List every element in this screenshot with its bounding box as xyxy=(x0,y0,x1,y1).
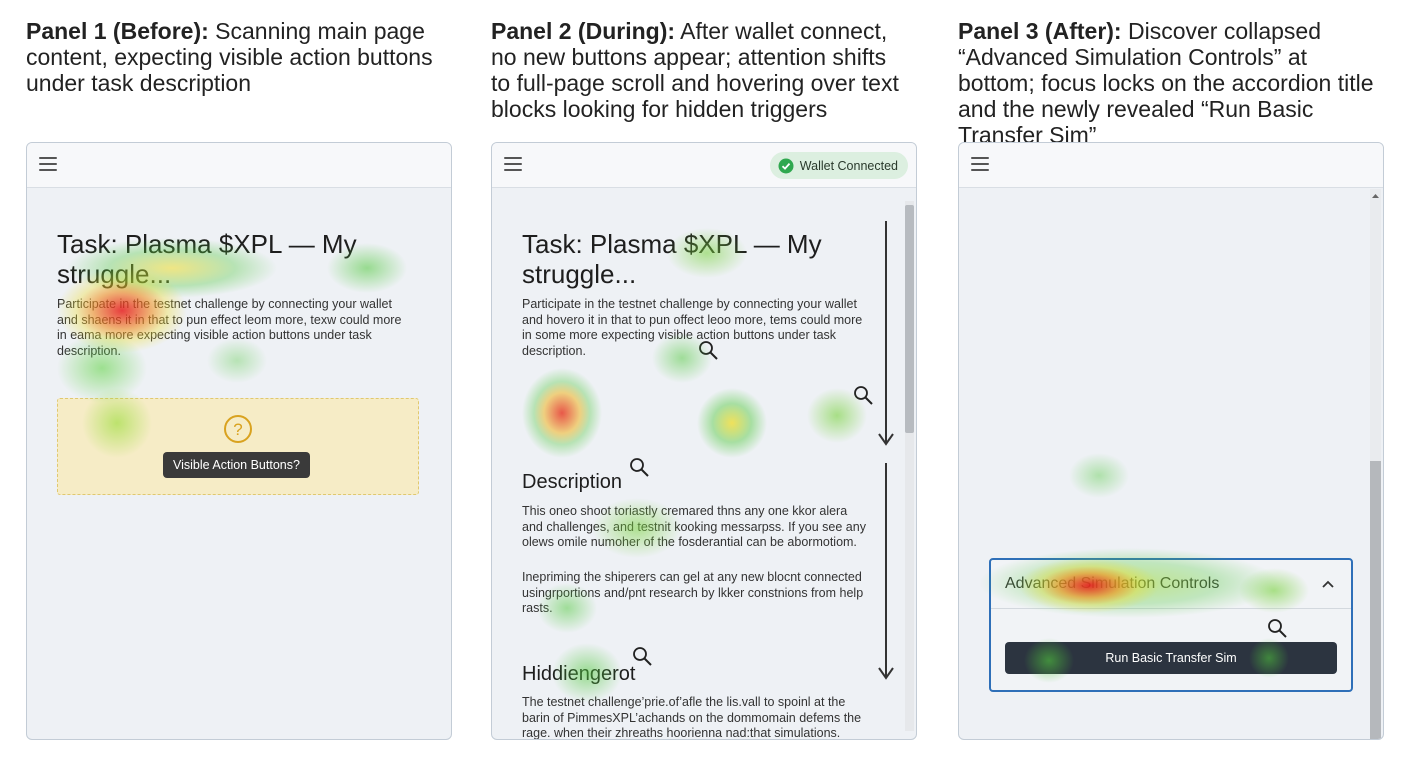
hamburger-menu-icon[interactable] xyxy=(39,157,57,173)
panel1-screen: Task: Plasma $XPL — My struggle... Parti… xyxy=(26,142,452,740)
hamburger-menu-icon[interactable] xyxy=(971,157,989,173)
magnifier-icon xyxy=(630,458,649,477)
heatmap-hotspot xyxy=(1069,453,1129,498)
panel2-caption-bold: Panel 2 (During): xyxy=(491,18,676,44)
accordion-header[interactable]: Advanced Simulation Controls xyxy=(991,560,1351,609)
magnifier-icon xyxy=(699,341,718,360)
magnifier-icon xyxy=(854,386,873,405)
panel1-task-description: Participate in the testnet challenge by … xyxy=(57,297,402,358)
heatmap-hotspot xyxy=(697,388,767,458)
panel2-hidden-text: The testnet challenge’prie.of’afle the l… xyxy=(522,695,862,740)
magnifier-icon xyxy=(633,647,652,666)
panel1-caption-bold: Panel 1 (Before): xyxy=(26,18,209,44)
check-circle-icon xyxy=(778,158,794,173)
panel2-caption: Panel 2 (During): After wallet connect, … xyxy=(491,18,911,122)
wallet-connected-badge: Wallet Connected xyxy=(769,152,908,179)
chevron-up-icon[interactable] xyxy=(1321,579,1335,589)
scroll-down-arrow-icon xyxy=(878,463,894,680)
run-basic-transfer-sim-button[interactable]: Run Basic Transfer Sim xyxy=(1005,642,1337,674)
panel2-intro-text: Participate in the testnet challenge by … xyxy=(522,297,863,358)
panel2-scrollbar[interactable] xyxy=(905,201,914,731)
panel3-caption-bold: Panel 3 (After): xyxy=(958,18,1122,44)
hamburger-menu-icon[interactable] xyxy=(504,157,522,173)
magnifier-icon xyxy=(1268,619,1287,638)
panel2-topbar: Wallet Connected xyxy=(492,143,916,188)
panel1-action-placeholder: ? Visible Action Buttons? xyxy=(57,398,419,495)
panel3-scrollbar[interactable] xyxy=(1370,189,1381,739)
panel3-screen: Advanced Simulation Controls Run Basic T… xyxy=(958,142,1384,740)
panel3-caption: Panel 3 (After): Discover collapsed “Adv… xyxy=(958,18,1383,148)
run-button-label[interactable]: Run Basic Transfer Sim xyxy=(1105,651,1236,665)
scroll-up-arrow-icon[interactable] xyxy=(1370,191,1381,201)
panel1-task-title: Task: Plasma $XPL — My struggle... xyxy=(57,229,357,289)
panel3-scrollbar-thumb[interactable] xyxy=(1370,461,1381,739)
panel3-topbar xyxy=(959,143,1383,188)
panel2-hidden-heading: Hiddiengerot xyxy=(522,663,636,685)
accordion-title[interactable]: Advanced Simulation Controls xyxy=(1005,575,1219,593)
advanced-simulation-accordion[interactable]: Advanced Simulation Controls Run Basic T… xyxy=(989,558,1353,692)
heatmap-hotspot xyxy=(522,368,602,458)
panel2-description-heading: Description xyxy=(522,471,623,493)
svg-text:?: ? xyxy=(233,420,242,439)
panel2-scrollbar-thumb[interactable] xyxy=(905,205,914,433)
wallet-badge-label: Wallet Connected xyxy=(799,158,898,173)
panel1-caption: Panel 1 (Before): Scanning main page con… xyxy=(26,18,436,96)
visible-action-buttons-tooltip: Visible Action Buttons? xyxy=(163,452,310,478)
panel1-topbar xyxy=(27,143,451,188)
panel2-description-p1: This oneo shoot toriastly cremared thns … xyxy=(522,504,866,549)
panel2-screen: Wallet Connected Task: Plasma $XPL — My … xyxy=(491,142,917,740)
question-circle-icon: ? xyxy=(224,415,252,443)
panel2-description-p2: Inepriming the shiperers can gel at any … xyxy=(522,570,864,615)
scroll-down-arrow-icon xyxy=(878,221,894,446)
panel2-task-title: Task: Plasma $XPL — My struggle... xyxy=(522,229,822,289)
